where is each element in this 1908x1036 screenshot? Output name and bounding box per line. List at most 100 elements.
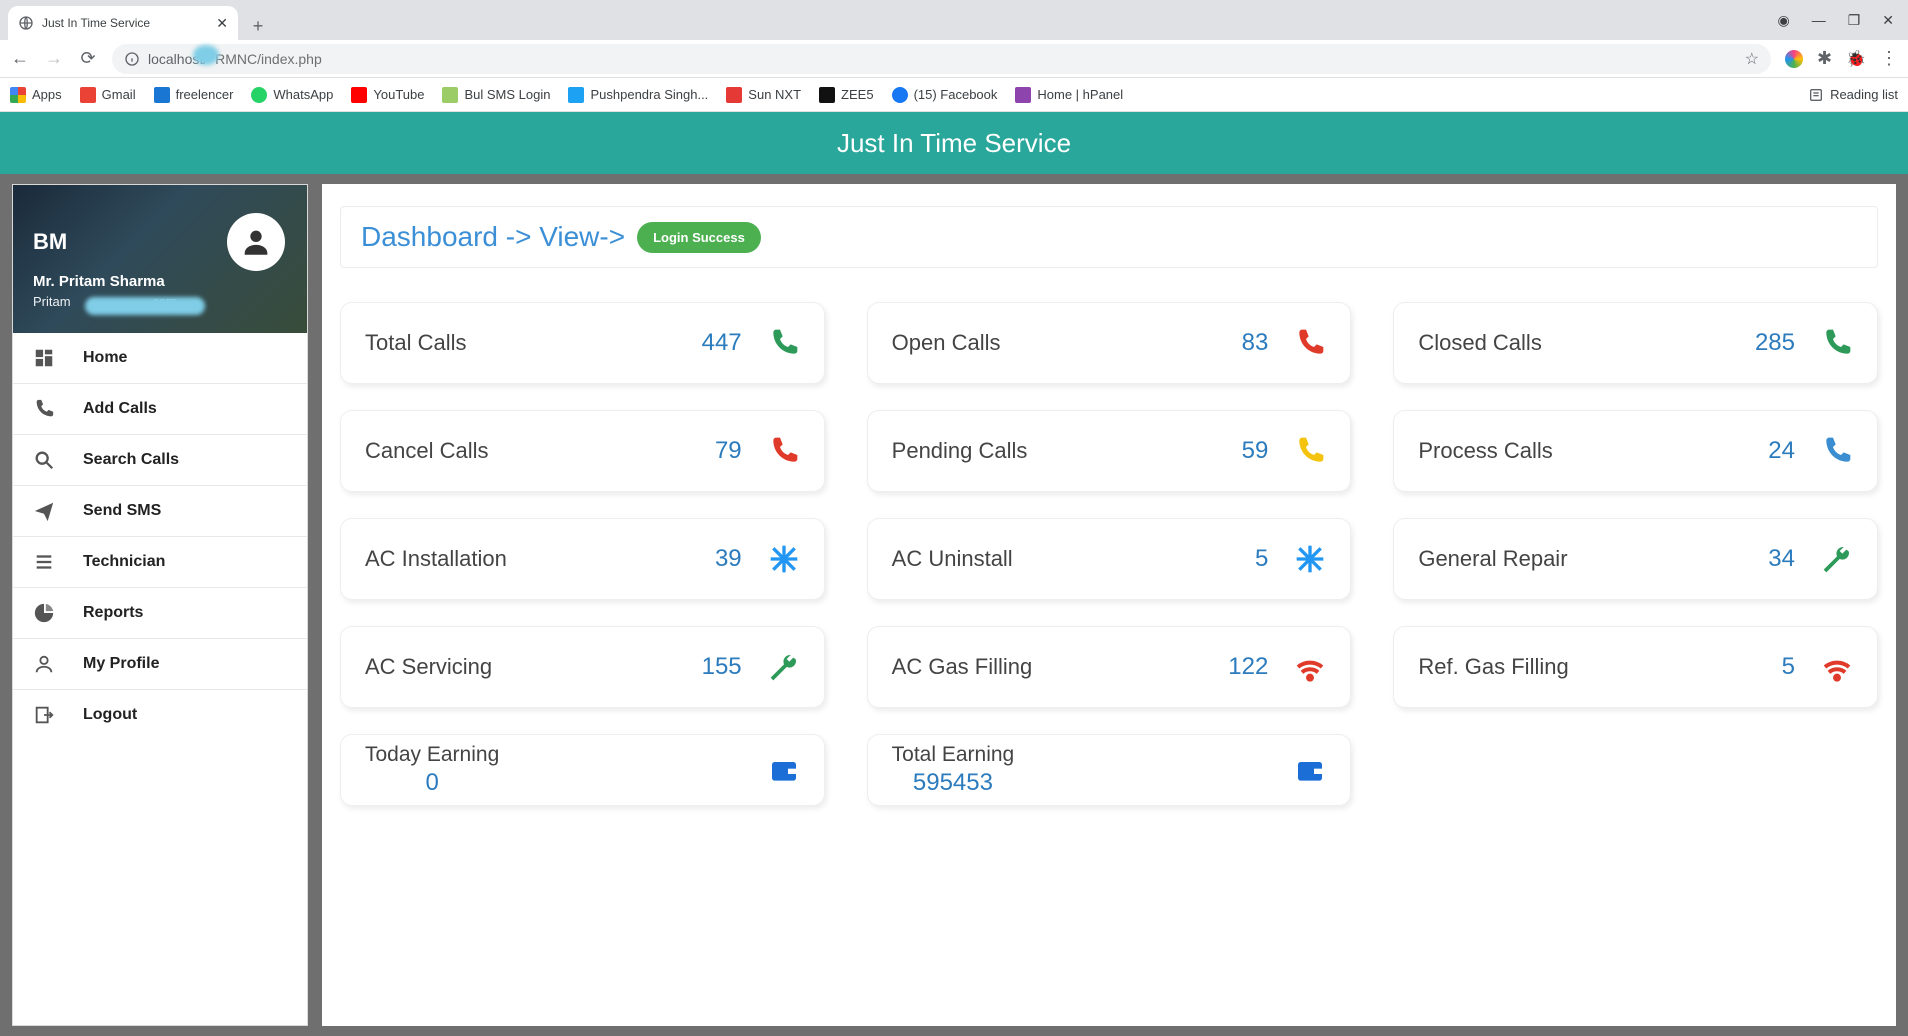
back-button[interactable]: ← xyxy=(10,48,30,69)
card-label: Open Calls xyxy=(892,330,1001,356)
nav-send-sms[interactable]: Send SMS xyxy=(13,486,307,537)
bookmark-twitter[interactable]: Pushpendra Singh... xyxy=(568,87,708,103)
bookmark-label: Sun NXT xyxy=(748,87,801,102)
nav-logout[interactable]: Logout xyxy=(13,690,307,740)
tab-title: Just In Time Service xyxy=(42,16,150,30)
bookmark-zee5[interactable]: ZEE5 xyxy=(819,87,874,103)
card-value: 447 xyxy=(702,329,742,357)
card-total-earning[interactable]: Total Earning 595453 xyxy=(867,734,1352,806)
signal-icon xyxy=(1294,651,1326,683)
breadcrumb-bar: Dashboard -> View-> Login Success xyxy=(340,206,1878,268)
maximize-icon[interactable]: ❐ xyxy=(1848,12,1861,29)
account-icon[interactable]: ◉ xyxy=(1777,12,1789,29)
bookmark-label: Apps xyxy=(32,87,62,102)
minimize-icon[interactable]: — xyxy=(1812,12,1826,28)
extension-icon-1[interactable] xyxy=(1785,50,1803,68)
profile-name: Mr. Pritam Sharma xyxy=(33,273,291,290)
card-process-calls[interactable]: Process Calls 24 xyxy=(1393,410,1878,492)
card-label: Pending Calls xyxy=(892,438,1028,464)
snowflake-icon xyxy=(1294,543,1326,575)
card-label: Closed Calls xyxy=(1418,330,1542,356)
card-ac-uninstall[interactable]: AC Uninstall 5 xyxy=(867,518,1352,600)
reading-list-button[interactable]: Reading list xyxy=(1808,87,1898,103)
browser-tab-strip: Just In Time Service ✕ + ◉ — ❐ ✕ xyxy=(0,0,1908,40)
card-ref-gas-filling[interactable]: Ref. Gas Filling 5 xyxy=(1393,626,1878,708)
card-value: 59 xyxy=(1242,437,1269,465)
close-window-icon[interactable]: ✕ xyxy=(1882,12,1894,29)
card-ac-servicing[interactable]: AC Servicing 155 xyxy=(340,626,825,708)
card-label: Today Earning xyxy=(365,743,499,767)
reading-list-label: Reading list xyxy=(1830,87,1898,102)
card-label: Ref. Gas Filling xyxy=(1418,654,1568,680)
dashboard-icon xyxy=(33,347,55,369)
card-value: 24 xyxy=(1768,437,1795,465)
browser-tab[interactable]: Just In Time Service ✕ xyxy=(8,6,238,40)
card-open-calls[interactable]: Open Calls 83 xyxy=(867,302,1352,384)
sms-icon xyxy=(442,87,458,103)
card-cancel-calls[interactable]: Cancel Calls 79 xyxy=(340,410,825,492)
email-prefix: Pritam xyxy=(33,294,71,309)
card-value: 79 xyxy=(715,437,742,465)
card-ac-installation[interactable]: AC Installation 39 xyxy=(340,518,825,600)
nav-technician[interactable]: Technician xyxy=(13,537,307,588)
nav-label: Home xyxy=(83,349,127,367)
phone-icon xyxy=(33,398,55,420)
email-redaction xyxy=(85,297,205,315)
bookmark-bulsms[interactable]: Bul SMS Login xyxy=(442,87,550,103)
card-label: AC Gas Filling xyxy=(892,654,1033,680)
new-tab-button[interactable]: + xyxy=(244,12,272,40)
bookmark-label: freelencer xyxy=(176,87,234,102)
nav-reports[interactable]: Reports xyxy=(13,588,307,639)
card-value: 83 xyxy=(1242,329,1269,357)
bookmark-facebook[interactable]: (15) Facebook xyxy=(892,87,998,103)
bookmark-label: (15) Facebook xyxy=(914,87,998,102)
card-total-calls[interactable]: Total Calls 447 xyxy=(340,302,825,384)
card-label: AC Servicing xyxy=(365,654,492,680)
card-closed-calls[interactable]: Closed Calls 285 xyxy=(1393,302,1878,384)
reload-button[interactable]: ⟳ xyxy=(78,48,98,69)
bookmark-label: YouTube xyxy=(373,87,424,102)
bookmark-gmail[interactable]: Gmail xyxy=(80,87,136,103)
bookmark-apps[interactable]: Apps xyxy=(10,87,62,103)
card-label: Process Calls xyxy=(1418,438,1552,464)
wrench-icon xyxy=(768,651,800,683)
phone-icon xyxy=(768,435,800,467)
nav-search-calls[interactable]: Search Calls xyxy=(13,435,307,486)
forward-button[interactable]: → xyxy=(44,48,64,69)
bookmark-hpanel[interactable]: Home | hPanel xyxy=(1015,87,1123,103)
site-info-icon xyxy=(124,51,140,67)
bookmark-whatsapp[interactable]: WhatsApp xyxy=(251,87,333,103)
app-title: Just In Time Service xyxy=(837,128,1071,159)
avatar[interactable] xyxy=(227,213,285,271)
card-value: 595453 xyxy=(892,769,1015,797)
bookmark-youtube[interactable]: YouTube xyxy=(351,87,424,103)
wrench-icon xyxy=(1821,543,1853,575)
nav-label: Search Calls xyxy=(83,451,179,469)
phone-icon xyxy=(1294,327,1326,359)
wallet-icon xyxy=(1294,754,1326,786)
bookmark-sunnxt[interactable]: Sun NXT xyxy=(726,87,801,103)
nav-add-calls[interactable]: Add Calls xyxy=(13,384,307,435)
card-label: AC Uninstall xyxy=(892,546,1013,572)
card-general-repair[interactable]: General Repair 34 xyxy=(1393,518,1878,600)
nav-home[interactable]: Home xyxy=(13,333,307,384)
bookmark-freelencer[interactable]: freelencer xyxy=(154,87,234,103)
signal-icon xyxy=(1821,651,1853,683)
window-controls: ◉ — ❐ ✕ xyxy=(1777,0,1900,40)
card-value: 39 xyxy=(715,545,742,573)
card-pending-calls[interactable]: Pending Calls 59 xyxy=(867,410,1352,492)
bookmark-star-icon[interactable]: ☆ xyxy=(1745,49,1759,69)
url-input[interactable]: localhost/ RMNC/index.php ☆ xyxy=(112,44,1771,74)
card-value: 122 xyxy=(1228,653,1268,681)
logout-icon xyxy=(33,704,55,726)
nav-my-profile[interactable]: My Profile xyxy=(13,639,307,690)
close-tab-icon[interactable]: ✕ xyxy=(216,15,228,32)
extensions-icon[interactable]: ✱ xyxy=(1817,48,1832,69)
person-icon xyxy=(239,225,273,259)
extension-icon-2[interactable]: 🐞 xyxy=(1846,49,1866,69)
chrome-menu-icon[interactable]: ⋮ xyxy=(1880,48,1898,69)
card-ac-gas-filling[interactable]: AC Gas Filling 122 xyxy=(867,626,1352,708)
url-smudge xyxy=(193,45,219,65)
card-value: 5 xyxy=(1782,653,1795,681)
card-today-earning[interactable]: Today Earning 0 xyxy=(340,734,825,806)
